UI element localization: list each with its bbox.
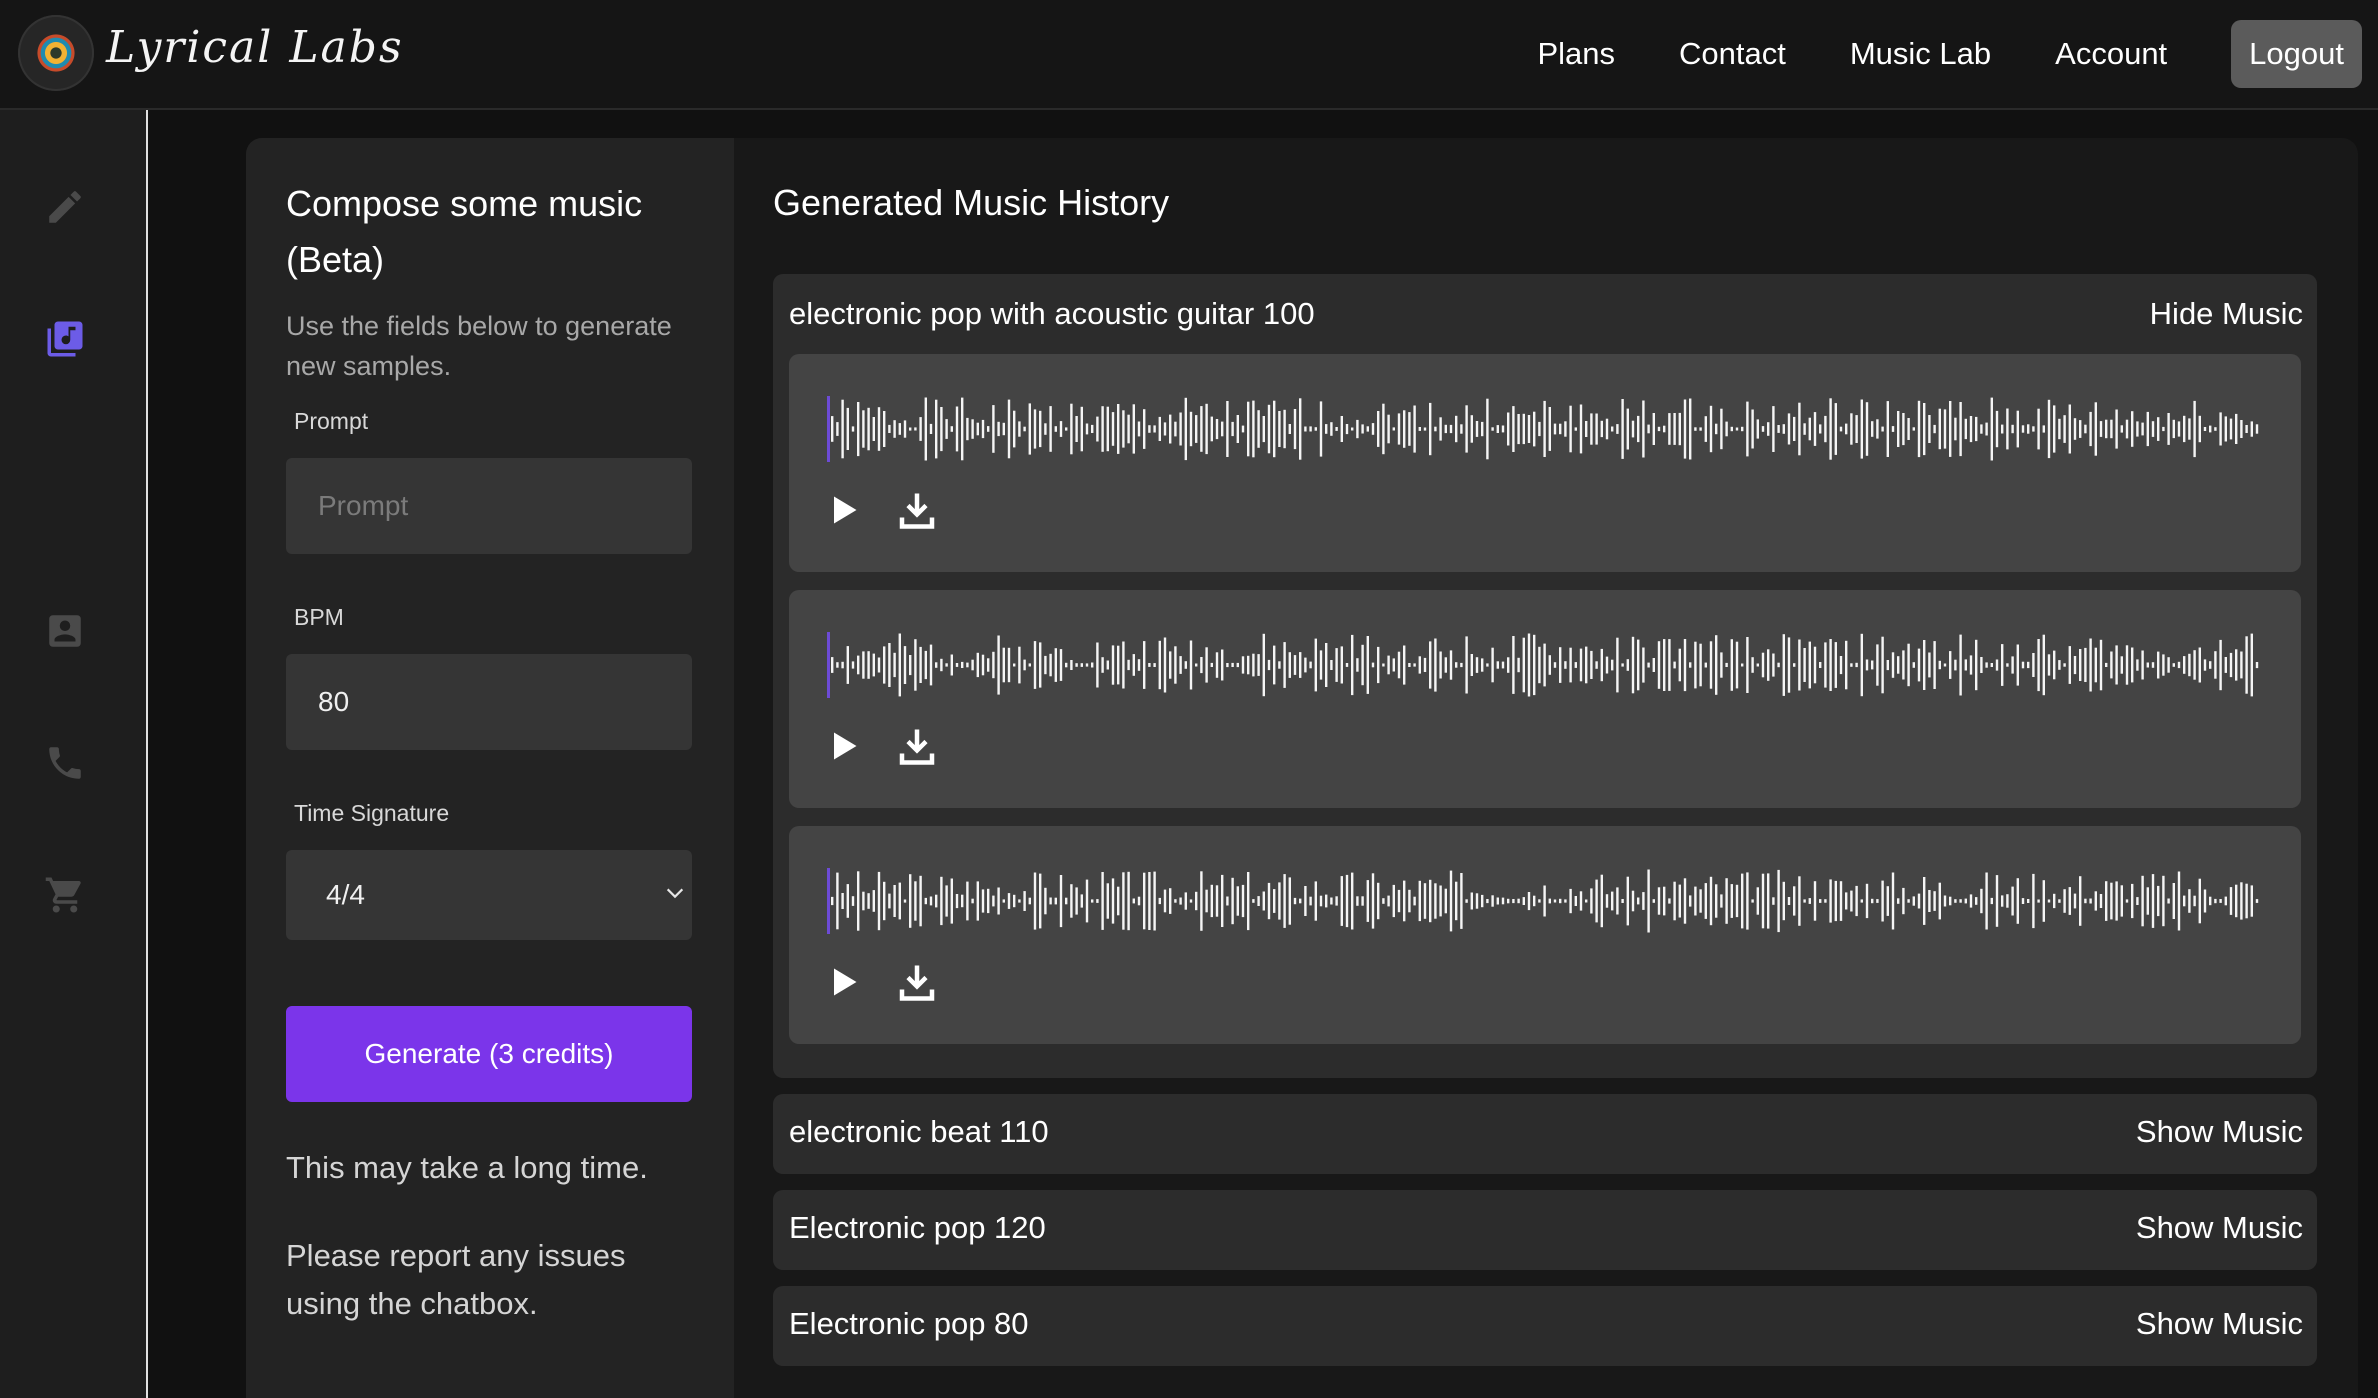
logo-vinyl-icon[interactable] <box>18 15 94 91</box>
download-icon[interactable] <box>899 490 935 530</box>
playhead <box>827 396 830 462</box>
generate-button[interactable]: Generate (3 credits) <box>286 1006 692 1102</box>
hide-music-toggle[interactable]: Hide Music <box>2150 296 2303 332</box>
history-group[interactable]: electronic beat 110 Show Music <box>773 1094 2317 1174</box>
history-group[interactable]: Electronic pop 80 Show Music <box>773 1286 2317 1366</box>
nav-plans[interactable]: Plans <box>1537 36 1615 72</box>
show-music-toggle[interactable]: Show Music <box>2136 1210 2303 1246</box>
phone-icon[interactable] <box>44 742 86 784</box>
group-title: electronic pop with acoustic guitar 100 <box>789 296 1315 331</box>
audio-track <box>789 590 2301 808</box>
audio-track <box>789 354 2301 572</box>
history-group[interactable]: Electronic pop 120 Show Music <box>773 1190 2317 1270</box>
playhead <box>827 868 830 934</box>
history-group: electronic pop with acoustic guitar 100 … <box>773 274 2317 1078</box>
waveform[interactable] <box>827 632 2261 698</box>
nav-contact[interactable]: Contact <box>1679 36 1786 72</box>
waveform[interactable] <box>827 868 2261 934</box>
playhead <box>827 632 830 698</box>
form-subtitle: Use the fields below to generate new sam… <box>286 311 672 381</box>
group-title: Electronic pop 120 <box>789 1210 1046 1245</box>
form-title: Compose some music (Beta) <box>286 183 643 280</box>
music-library-icon[interactable] <box>44 318 86 360</box>
history-title: Generated Music History <box>773 182 1170 223</box>
prompt-label: Prompt <box>294 408 369 434</box>
play-icon[interactable] <box>825 728 861 764</box>
time-signature-select[interactable]: 4/4 <box>286 850 692 940</box>
contact-card-icon[interactable] <box>44 610 86 652</box>
logout-button[interactable]: Logout <box>2231 20 2362 88</box>
show-music-toggle[interactable]: Show Music <box>2136 1306 2303 1342</box>
logo-wordmark[interactable]: Lyrical Labs <box>106 22 404 73</box>
show-music-toggle[interactable]: Show Music <box>2136 1114 2303 1150</box>
long-time-note: This may take a long time. <box>286 1150 648 1185</box>
audio-track <box>789 826 2301 1044</box>
download-icon[interactable] <box>899 962 935 1002</box>
nav-account[interactable]: Account <box>2055 36 2167 72</box>
main-nav: Plans Contact Music Lab Account Logout <box>1537 20 2362 88</box>
play-icon[interactable] <box>825 964 861 1000</box>
sidebar <box>0 110 148 1398</box>
prompt-input[interactable] <box>286 458 692 554</box>
play-icon[interactable] <box>825 492 861 528</box>
download-icon[interactable] <box>899 726 935 766</box>
pencil-icon[interactable] <box>44 186 86 228</box>
report-issues-note: Please report any issues using the chatb… <box>286 1238 626 1321</box>
group-title: Electronic pop 80 <box>789 1306 1029 1341</box>
waveform[interactable] <box>827 396 2261 462</box>
bpm-input[interactable]: 80 <box>286 654 692 750</box>
bpm-label: BPM <box>294 604 344 630</box>
top-navbar: Lyrical Labs Plans Contact Music Lab Acc… <box>0 0 2378 110</box>
cart-icon[interactable] <box>44 874 86 916</box>
chevron-down-icon <box>666 888 684 899</box>
time-signature-label: Time Signature <box>294 800 450 826</box>
group-title: electronic beat 110 <box>789 1114 1049 1149</box>
nav-music-lab[interactable]: Music Lab <box>1850 36 1991 72</box>
